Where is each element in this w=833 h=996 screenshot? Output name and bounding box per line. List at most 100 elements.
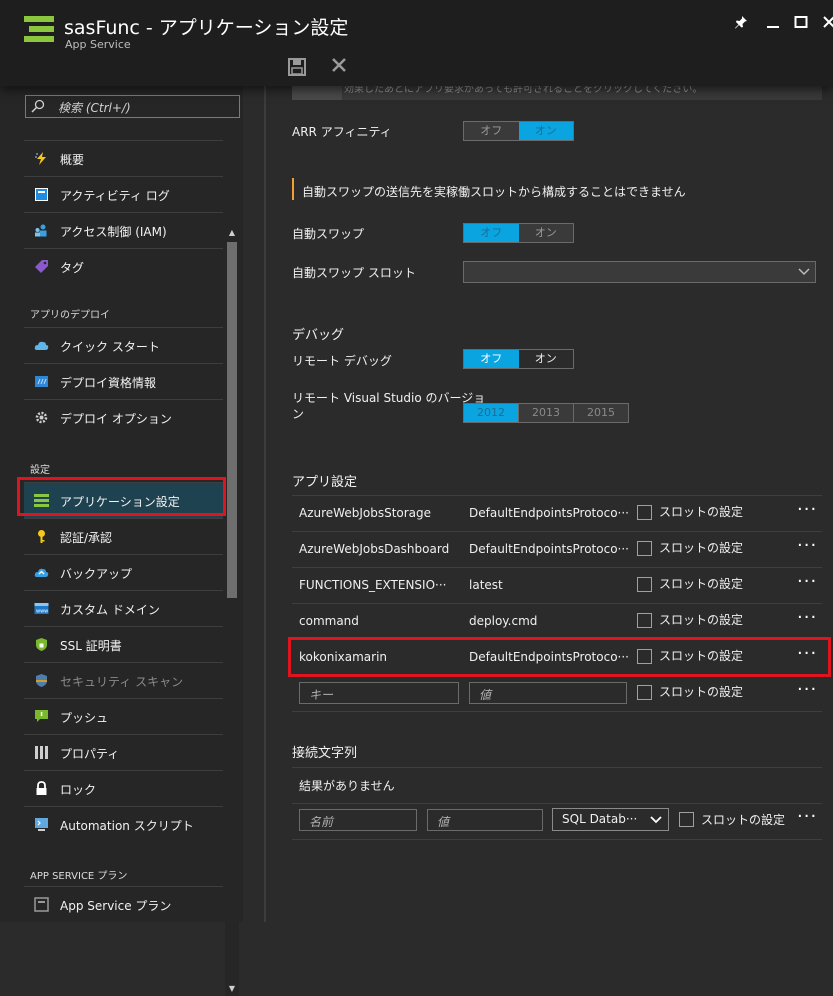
menu-item-lock[interactable]: ロック — [24, 770, 223, 806]
close-icon[interactable] — [818, 14, 833, 34]
vs-version-option[interactable]: 2012 — [464, 404, 518, 422]
new-connection-value-input[interactable]: 値 — [427, 809, 543, 831]
setting-name[interactable]: AzureWebJobsStorage — [299, 506, 431, 520]
app-setting-row: AzureWebJobsDashboard DefaultEndpointsPr… — [292, 531, 822, 567]
toggle-option-on[interactable]: オン — [518, 350, 573, 368]
setting-value[interactable]: DefaultEndpointsProtoco··· — [469, 506, 629, 520]
setting-name[interactable]: FUNCTIONS_EXTENSIO··· — [299, 578, 446, 592]
more-options-icon[interactable]: ··· — [797, 499, 817, 520]
new-app-setting-row: キー 値 スロットの設定 ··· — [292, 675, 822, 711]
menu-item-deploy-options[interactable]: デプロイ オプション — [24, 399, 223, 435]
menu-item-automation[interactable]: Automation スクリプト — [24, 806, 223, 842]
toggle-option-on[interactable]: オン — [518, 224, 573, 242]
scroll-up-icon[interactable]: ▲ — [225, 226, 239, 240]
save-icon[interactable] — [288, 58, 306, 76]
vs-version-toggle[interactable]: 2012 2013 2015 — [463, 403, 629, 423]
blade-title: sasFunc - アプリケーション設定 — [64, 17, 349, 39]
menu-item-properties[interactable]: プロパティ — [24, 734, 223, 770]
menu-item-label: プッシュ — [60, 711, 109, 725]
properties-icon — [34, 745, 49, 760]
pin-icon[interactable] — [730, 14, 752, 34]
menu-item-tags[interactable]: タグ — [24, 248, 223, 284]
more-options-icon[interactable]: ··· — [797, 571, 817, 592]
minimize-icon[interactable] — [762, 14, 784, 34]
vs-version-option[interactable]: 2015 — [573, 404, 628, 422]
menu-item-label: プロパティ — [60, 747, 120, 761]
autoswap-slot-dropdown[interactable] — [463, 261, 816, 283]
more-options-icon[interactable]: ··· — [797, 806, 817, 827]
menu-item-overview[interactable]: 概要 — [24, 140, 223, 176]
slot-setting-label: スロットの設定 — [659, 577, 744, 591]
menu-item-label: 認証/承認 — [60, 531, 113, 545]
remote-debug-toggle[interactable]: オフ オン — [463, 349, 574, 369]
setting-value[interactable]: latest — [469, 578, 503, 592]
connection-strings-heading: 接続文字列 — [292, 746, 358, 761]
menu-item-backup[interactable]: バックアップ — [24, 554, 223, 590]
menu-item-label: 概要 — [60, 153, 85, 167]
slot-setting-checkbox[interactable] — [679, 812, 694, 827]
menu-item-app-service-plan[interactable]: App Service プラン — [24, 886, 223, 922]
menu-item-security-scan[interactable]: セキュリティ スキャン — [24, 662, 223, 698]
slot-setting-checkbox[interactable] — [637, 613, 652, 628]
highlight-box-setting-row — [288, 637, 831, 677]
menu-item-quickstart[interactable]: クイック スタート — [24, 327, 223, 363]
app-setting-row: AzureWebJobsStorage DefaultEndpointsProt… — [292, 495, 822, 531]
maximize-icon[interactable] — [790, 14, 812, 34]
lock-icon — [34, 781, 49, 796]
setting-value[interactable]: DefaultEndpointsProtoco··· — [469, 542, 629, 556]
row-divider — [292, 803, 822, 804]
more-options-icon[interactable]: ··· — [797, 679, 817, 700]
menu-scrollbar[interactable]: ▲ ▼ — [225, 226, 239, 996]
section-settings: 設定 — [30, 465, 50, 476]
push-icon — [34, 709, 49, 724]
discard-icon[interactable] — [330, 55, 348, 79]
users-icon — [34, 223, 49, 238]
toggle-option-off[interactable]: オフ — [464, 350, 519, 368]
shield-icon — [34, 637, 49, 652]
menu-item-label: デプロイ資格情報 — [60, 376, 157, 390]
vs-version-option[interactable]: 2013 — [518, 404, 573, 422]
slot-setting-checkbox[interactable] — [637, 685, 652, 700]
menu-item-activity-log[interactable]: アクティビティ ログ — [24, 176, 223, 212]
menu-item-push[interactable]: プッシュ — [24, 698, 223, 734]
connection-type-value: SQL Datab··· — [562, 812, 638, 826]
cloud-icon — [34, 338, 49, 353]
menu-item-label: アクセス制御 (IAM) — [60, 225, 167, 239]
slot-setting-checkbox[interactable] — [637, 577, 652, 592]
scroll-down-icon[interactable]: ▼ — [225, 982, 239, 996]
row-divider — [292, 839, 822, 840]
menu-item-custom-domain[interactable]: www カスタム ドメイン — [24, 590, 223, 626]
connection-strings-empty: 結果がありません — [299, 779, 395, 793]
scrollbar-thumb[interactable] — [227, 242, 237, 598]
svg-text:www: www — [36, 609, 48, 615]
menu-item-auth[interactable]: 認証/承認 — [24, 518, 223, 554]
connection-type-select[interactable]: SQL Datab··· — [552, 808, 669, 831]
slot-setting-label: スロットの設定 — [659, 505, 744, 519]
setting-name[interactable]: AzureWebJobsDashboard — [299, 542, 449, 556]
autoswap-toggle[interactable]: オフ オン — [463, 223, 574, 243]
toggle-option-off[interactable]: オフ — [464, 224, 519, 242]
menu-item-label: App Service プラン — [60, 899, 172, 913]
setting-name[interactable]: command — [299, 614, 359, 628]
slot-setting-checkbox[interactable] — [637, 505, 652, 520]
new-connection-name-input[interactable]: 名前 — [299, 809, 417, 831]
arr-affinity-toggle[interactable]: オフ オン — [463, 121, 574, 141]
menu-item-label: セキュリティ スキャン — [60, 675, 184, 689]
menu-item-iam[interactable]: アクセス制御 (IAM) — [24, 212, 223, 248]
section-deploy: アプリのデプロイ — [30, 310, 110, 321]
new-setting-value-input[interactable]: 値 — [469, 682, 627, 704]
new-setting-key-input[interactable]: キー — [299, 682, 459, 704]
more-options-icon[interactable]: ··· — [797, 607, 817, 628]
toggle-option-off[interactable]: オフ — [464, 122, 519, 140]
setting-value[interactable]: deploy.cmd — [469, 614, 537, 628]
menu-item-ssl[interactable]: SSL 証明書 — [24, 626, 223, 662]
menu-item-deploy-credentials[interactable]: デプロイ資格情報 — [24, 363, 223, 399]
slot-setting-checkbox[interactable] — [637, 541, 652, 556]
slot-setting-label: スロットの設定 — [701, 813, 786, 827]
menu-item-label: クイック スタート — [60, 340, 160, 354]
search-input[interactable]: 検索 (Ctrl+/) — [25, 95, 240, 118]
more-options-icon[interactable]: ··· — [797, 535, 817, 556]
row-divider — [292, 711, 822, 712]
toggle-option-on[interactable]: オン — [518, 122, 573, 140]
lightning-icon — [34, 151, 49, 166]
